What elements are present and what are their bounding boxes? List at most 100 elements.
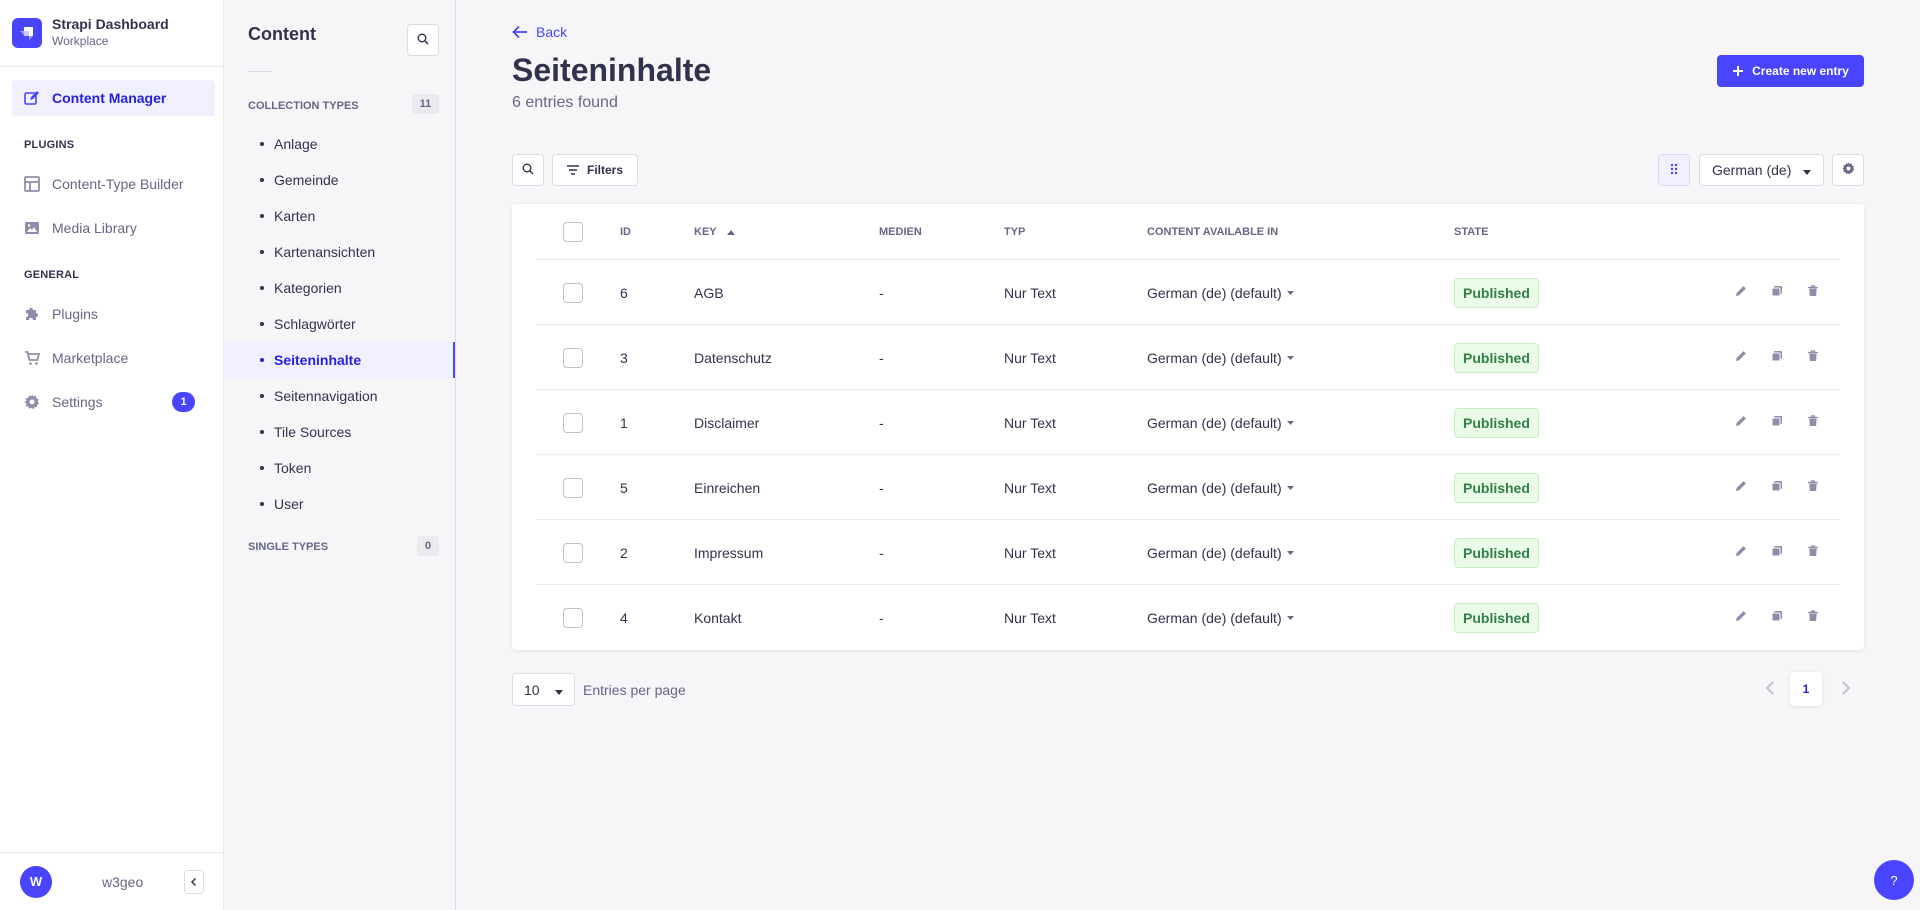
column-header-id[interactable]: ID	[620, 204, 631, 260]
edit-button[interactable]	[1731, 347, 1751, 367]
row-checkbox[interactable]	[563, 282, 583, 303]
puzzle-icon	[24, 306, 40, 322]
layout-icon	[24, 176, 40, 192]
single-types-heading: Single types	[248, 541, 329, 553]
table-row[interactable]: 3 Datenschutz - Nur Text German (de) (defaul…	[536, 325, 1840, 390]
page-title: Seiteninhalte	[512, 52, 712, 88]
nav-content-type-builder[interactable]: Content-Type Builder	[12, 166, 215, 202]
cell-locale-label: German (de) (default)	[1147, 609, 1282, 626]
edit-button[interactable]	[1731, 282, 1751, 302]
subnav-item-seiteninhalte[interactable]: Seiteninhalte	[224, 342, 455, 378]
back-link[interactable]: Back	[512, 24, 567, 40]
caret-down-icon	[555, 682, 563, 698]
cell-content-available-in[interactable]: German (de) (default)	[1147, 390, 1294, 455]
row-checkbox[interactable]	[563, 412, 583, 433]
pencil-icon	[1735, 544, 1747, 560]
cell-content-available-in[interactable]: German (de) (default)	[1147, 455, 1294, 520]
entries-per-page-select[interactable]: 10	[512, 673, 575, 706]
table-row[interactable]: 5 Einreichen - Nur Text German (de) (default…	[536, 455, 1840, 520]
delete-button[interactable]	[1803, 412, 1823, 432]
page-button-current[interactable]: 1	[1790, 672, 1822, 706]
row-checkbox[interactable]	[563, 607, 583, 628]
cell-medien: -	[879, 349, 884, 366]
subnav-item-user[interactable]: User	[224, 486, 455, 522]
delete-button[interactable]	[1803, 347, 1823, 367]
table-row[interactable]: 1 Disclaimer - Nur Text German (de) (default…	[536, 390, 1840, 455]
pencil-square-icon	[24, 90, 40, 106]
cell-id: 1	[620, 414, 628, 431]
subnav-item-tile-sources[interactable]: Tile Sources	[224, 414, 455, 450]
table-row[interactable]: 4 Kontakt - Nur Text German (de) (default) Pu…	[536, 585, 1840, 650]
entries-table: ID Key Medien Typ Content available in S…	[512, 204, 1864, 650]
subnav-item-label: User	[274, 496, 304, 512]
create-new-entry-button[interactable]: Create new entry	[1717, 55, 1864, 87]
cell-state: Published	[1454, 520, 1539, 585]
cell-typ: Nur Text	[1004, 544, 1056, 561]
subnav-item-anlage[interactable]: Anlage	[224, 126, 455, 162]
cell-content-available-in[interactable]: German (de) (default)	[1147, 325, 1294, 390]
subnav-item-kategorien[interactable]: Kategorien	[224, 270, 455, 306]
nav-media-library[interactable]: Media Library	[12, 210, 215, 246]
table-row[interactable]: 2 Impressum - Nur Text German (de) (default)…	[536, 520, 1840, 585]
select-all-checkbox[interactable]	[563, 222, 583, 242]
row-checkbox[interactable]	[563, 477, 583, 498]
subnav-item-karten[interactable]: Karten	[224, 198, 455, 234]
edit-button[interactable]	[1731, 412, 1751, 432]
column-header-medien[interactable]: Medien	[879, 204, 922, 260]
username[interactable]: w3geo	[102, 874, 143, 890]
cell-content-available-in[interactable]: German (de) (default)	[1147, 520, 1294, 585]
locale-select[interactable]: German (de)	[1699, 154, 1824, 186]
column-header-content-available-in: Content available in	[1147, 226, 1279, 238]
filters-button[interactable]: Filters	[552, 154, 638, 186]
collapse-nav-button[interactable]	[184, 869, 204, 894]
column-header-typ[interactable]: Typ	[1004, 204, 1025, 260]
edit-button[interactable]	[1731, 542, 1751, 562]
edit-button[interactable]	[1731, 607, 1751, 627]
nav-media-library-label: Media Library	[52, 220, 137, 236]
list-settings-button[interactable]	[1832, 154, 1864, 186]
row-checkbox[interactable]	[563, 347, 583, 368]
subnav-search-button[interactable]	[407, 24, 439, 56]
duplicate-button[interactable]	[1767, 412, 1787, 432]
subnav-item-token[interactable]: Token	[224, 450, 455, 486]
next-page-button[interactable]	[1830, 673, 1862, 705]
previous-page-button[interactable]	[1754, 673, 1786, 705]
table-row[interactable]: 6 AGB - Nur Text German (de) (default) Publis…	[536, 260, 1840, 325]
create-new-entry-label: Create new entry	[1752, 64, 1849, 78]
duplicate-button[interactable]	[1767, 282, 1787, 302]
nav-marketplace[interactable]: Marketplace	[12, 340, 215, 376]
column-header-state: State	[1454, 226, 1489, 238]
cell-state: Published	[1454, 325, 1539, 390]
cell-content-available-in[interactable]: German (de) (default)	[1147, 260, 1294, 325]
reorder-button[interactable]	[1658, 154, 1690, 186]
cell-content-available-in[interactable]: German (de) (default)	[1147, 585, 1294, 650]
delete-button[interactable]	[1803, 282, 1823, 302]
subnav-item-kartenansichten[interactable]: Kartenansichten	[224, 234, 455, 270]
avatar[interactable]: W	[20, 865, 52, 898]
nav-settings[interactable]: Settings 1	[12, 384, 215, 420]
duplicate-button[interactable]	[1767, 347, 1787, 367]
nav-plugins-label: Plugins	[52, 306, 98, 322]
subnav-item-label: Gemeinde	[274, 172, 339, 188]
duplicate-button[interactable]	[1767, 542, 1787, 562]
duplicate-button[interactable]	[1767, 477, 1787, 497]
delete-button[interactable]	[1803, 542, 1823, 562]
subnav-item-schlagwoerter[interactable]: Schlagwörter	[224, 306, 455, 342]
cell-key: AGB	[694, 284, 724, 301]
column-header-key[interactable]: Key	[694, 204, 735, 260]
subnav-item-gemeinde[interactable]: Gemeinde	[224, 162, 455, 198]
subnav-item-seitennavigation[interactable]: Seitennavigation	[224, 378, 455, 414]
edit-button[interactable]	[1731, 477, 1751, 497]
bullet-icon	[260, 358, 264, 362]
trash-icon	[1807, 544, 1819, 560]
cell-key: Impressum	[694, 544, 764, 561]
subnav-item-label: Kategorien	[274, 280, 342, 296]
delete-button[interactable]	[1803, 607, 1823, 627]
row-checkbox[interactable]	[563, 542, 583, 563]
help-button[interactable]: ?	[1874, 860, 1914, 900]
duplicate-button[interactable]	[1767, 607, 1787, 627]
delete-button[interactable]	[1803, 477, 1823, 497]
table-search-button[interactable]	[512, 154, 544, 186]
nav-content-manager[interactable]: Content Manager	[12, 80, 215, 116]
nav-plugins[interactable]: Plugins	[12, 296, 215, 332]
